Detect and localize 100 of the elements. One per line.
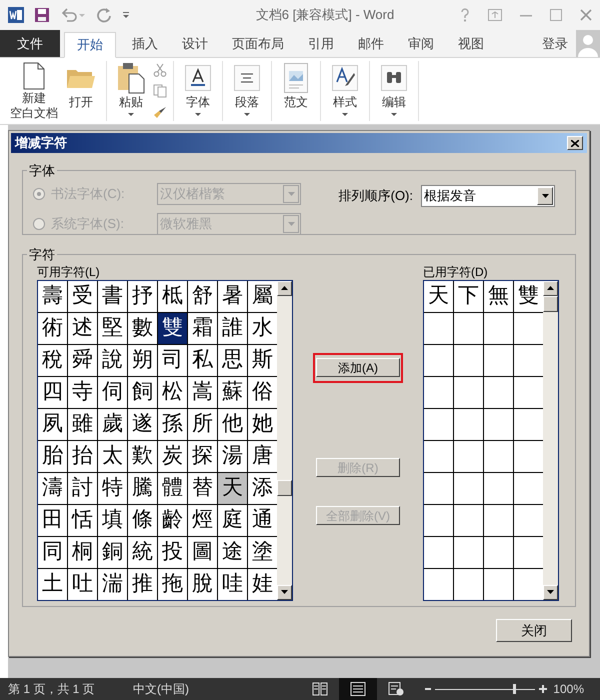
character-cell[interactable]: 土 xyxy=(38,568,67,600)
character-cell[interactable]: 投 xyxy=(158,536,187,568)
close-icon[interactable] xyxy=(580,9,592,21)
character-cell[interactable]: 胎 xyxy=(38,440,67,472)
character-cell[interactable]: 朔 xyxy=(128,344,157,376)
character-cell[interactable]: 俗 xyxy=(248,376,277,408)
ribbon-tab[interactable]: 审阅 xyxy=(396,30,446,57)
ribbon-tab[interactable]: 插入 xyxy=(120,30,170,57)
sign-in-link[interactable]: 登录 xyxy=(542,34,568,54)
character-cell[interactable]: 炭 xyxy=(158,440,187,472)
character-cell[interactable]: 舜 xyxy=(68,344,97,376)
ribbon-button[interactable]: 打开 xyxy=(62,61,100,121)
ribbon-tab[interactable]: 开始 xyxy=(64,32,116,58)
ribbon-button[interactable]: 粘贴 xyxy=(113,61,149,121)
character-cell[interactable]: 歲 xyxy=(98,408,127,440)
character-cell[interactable]: 湯 xyxy=(218,440,247,472)
character-cell[interactable]: 遂 xyxy=(128,408,157,440)
character-cell[interactable]: 齡 xyxy=(158,504,187,536)
character-cell[interactable]: 他 xyxy=(218,408,247,440)
character-cell[interactable]: 哇 xyxy=(218,568,247,600)
character-cell[interactable]: 娃 xyxy=(248,568,277,600)
ribbon-button[interactable]: 编辑 xyxy=(376,61,412,121)
ribbon-button[interactable]: 样式 xyxy=(327,61,363,121)
language-indicator[interactable]: 中文(中国) xyxy=(133,680,189,698)
used-characters-grid[interactable]: 天 下 無 雙 xyxy=(424,280,543,600)
character-cell[interactable]: 濤 xyxy=(38,472,67,504)
character-cell[interactable]: 柢 xyxy=(158,280,187,312)
character-cell[interactable]: 術 xyxy=(38,312,67,344)
character-cell[interactable]: 斯 xyxy=(248,344,277,376)
character-cell[interactable]: 恬 xyxy=(68,504,97,536)
character-cell[interactable]: 雙 xyxy=(158,312,187,344)
scrollbar-thumb[interactable] xyxy=(277,480,292,496)
character-cell[interactable]: 書 xyxy=(98,280,127,312)
customize-caret-icon[interactable] xyxy=(122,10,130,20)
character-cell[interactable]: 歎 xyxy=(128,440,157,472)
character-cell[interactable]: 誰 xyxy=(218,312,247,344)
ribbon-button[interactable]: 字体 xyxy=(180,61,216,121)
character-cell[interactable]: 吐 xyxy=(68,568,97,600)
character-cell[interactable]: 塗 xyxy=(248,536,277,568)
character-cell[interactable]: 她 xyxy=(248,408,277,440)
ribbon-tab[interactable]: 视图 xyxy=(446,30,496,57)
character-cell[interactable]: 所 xyxy=(188,408,217,440)
character-cell[interactable]: 蘇 xyxy=(218,376,247,408)
character-cell[interactable]: 拖 xyxy=(158,568,187,600)
character-cell[interactable]: 堅 xyxy=(98,312,127,344)
zoom-slider-thumb[interactable] xyxy=(512,684,516,694)
character-cell[interactable]: 添 xyxy=(248,472,277,504)
ribbon-button[interactable]: 段落 xyxy=(229,61,265,121)
character-cell[interactable]: 四 xyxy=(38,376,67,408)
character-cell[interactable]: 舒 xyxy=(188,280,217,312)
view-button[interactable] xyxy=(339,678,378,700)
character-cell[interactable]: 桐 xyxy=(68,536,97,568)
character-cell[interactable]: 騰 xyxy=(128,472,157,504)
character-cell[interactable]: 暑 xyxy=(218,280,247,312)
ribbon-tab[interactable]: 文件 xyxy=(0,30,60,57)
character-cell[interactable]: 水 xyxy=(248,312,277,344)
character-cell[interactable]: 壽 xyxy=(38,280,67,312)
character-cell[interactable]: 替 xyxy=(188,472,217,504)
ribbon-tab[interactable]: 引用 xyxy=(296,30,346,57)
character-cell[interactable]: 銅 xyxy=(98,536,127,568)
scrollbar-thumb[interactable] xyxy=(543,296,558,312)
scissors-icon[interactable] xyxy=(153,63,167,77)
character-cell[interactable]: 無 xyxy=(484,280,513,312)
character-cell[interactable]: 體 xyxy=(158,472,187,504)
character-cell[interactable]: 述 xyxy=(68,312,97,344)
dialog-close-button[interactable] xyxy=(567,136,583,150)
character-cell[interactable]: 脫 xyxy=(188,568,217,600)
character-cell[interactable]: 雙 xyxy=(514,280,543,312)
character-cell[interactable]: 嵩 xyxy=(188,376,217,408)
character-cell[interactable]: 太 xyxy=(98,440,127,472)
character-cell[interactable]: 雖 xyxy=(68,408,97,440)
undo-icon[interactable] xyxy=(60,7,86,23)
zoom-percentage[interactable]: 100% xyxy=(553,680,584,698)
close-button[interactable]: 关闭 xyxy=(496,619,572,642)
ribbon-tab[interactable]: 页面布局 xyxy=(220,30,296,57)
character-cell[interactable]: 圖 xyxy=(188,536,217,568)
zoom-in-button[interactable] xyxy=(539,685,548,693)
character-cell[interactable]: 霜 xyxy=(188,312,217,344)
character-cell[interactable]: 受 xyxy=(68,280,97,312)
character-cell[interactable]: 特 xyxy=(98,472,127,504)
character-cell[interactable]: 討 xyxy=(68,472,97,504)
scroll-up-button[interactable] xyxy=(277,280,292,296)
character-cell[interactable]: 松 xyxy=(158,376,187,408)
character-cell[interactable]: 屬 xyxy=(248,280,277,312)
character-cell[interactable]: 抬 xyxy=(68,440,97,472)
character-cell[interactable]: 同 xyxy=(38,536,67,568)
character-cell[interactable]: 抒 xyxy=(128,280,157,312)
character-cell[interactable]: 飼 xyxy=(128,376,157,408)
character-cell[interactable]: 天 xyxy=(218,472,247,504)
ribbon-tab[interactable]: 设计 xyxy=(170,30,220,57)
character-cell[interactable]: 通 xyxy=(248,504,277,536)
dialog-button[interactable]: 添加(A) xyxy=(316,358,400,376)
character-cell[interactable]: 探 xyxy=(188,440,217,472)
character-cell[interactable]: 田 xyxy=(38,504,67,536)
character-cell[interactable]: 唐 xyxy=(248,440,277,472)
ribbon-tab[interactable]: 邮件 xyxy=(346,30,396,57)
character-cell[interactable]: 統 xyxy=(128,536,157,568)
paintbrush-icon[interactable] xyxy=(153,105,167,119)
character-cell[interactable]: 填 xyxy=(98,504,127,536)
scroll-up-button[interactable] xyxy=(543,280,558,296)
